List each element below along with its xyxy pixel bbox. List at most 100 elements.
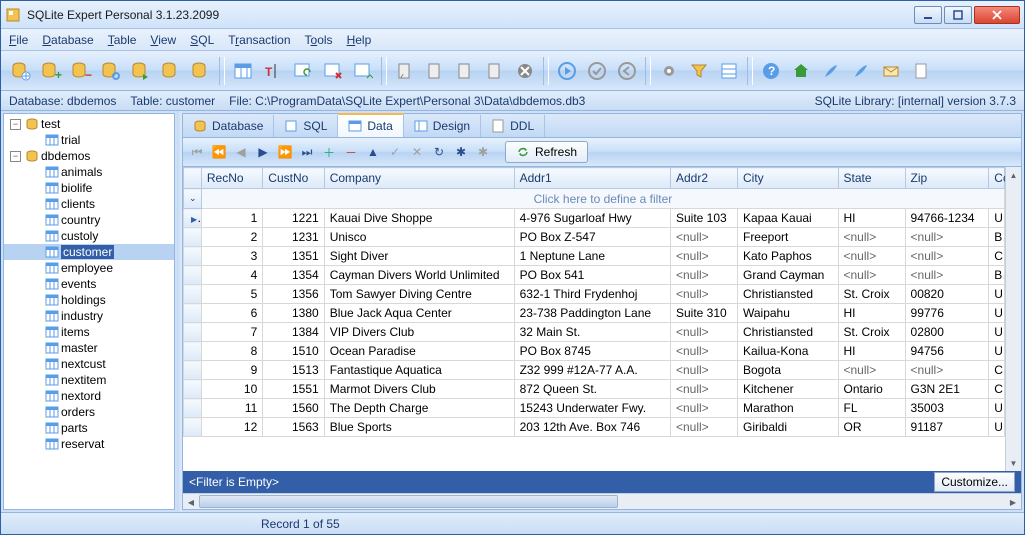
tree-table-employee[interactable]: employee xyxy=(4,260,174,276)
menu-tools[interactable]: Tools xyxy=(305,33,333,47)
tool-script-2-icon[interactable] xyxy=(421,57,449,85)
tool-db-add-icon[interactable]: + xyxy=(37,57,65,85)
col-zip[interactable]: Zip xyxy=(905,168,989,189)
tree-table-animals[interactable]: animals xyxy=(4,164,174,180)
col-state[interactable]: State xyxy=(838,168,905,189)
tab-database[interactable]: Database xyxy=(183,115,274,137)
nav-next-icon[interactable]: ▶ xyxy=(253,142,273,162)
tool-feather-1-icon[interactable] xyxy=(817,57,845,85)
nav-insert-icon[interactable]: ＋ xyxy=(319,142,339,162)
tool-db-arrow-icon[interactable] xyxy=(127,57,155,85)
tree-table-custoly[interactable]: custoly xyxy=(4,228,174,244)
tree-table-trial[interactable]: trial xyxy=(4,132,174,148)
table-row[interactable]: 101551 Marmot Divers Club872 Queen St.<n… xyxy=(184,380,1005,399)
tool-rename-icon[interactable]: T xyxy=(259,57,287,85)
tool-feather-2-icon[interactable] xyxy=(847,57,875,85)
col-addr2[interactable]: Addr2 xyxy=(670,168,737,189)
nav-refresh-icon[interactable]: ↻ xyxy=(429,142,449,162)
table-row[interactable]: 51356 Tom Sawyer Diving Centre632-1 Thir… xyxy=(184,285,1005,304)
tree-db-dbdemos[interactable]: −dbdemos xyxy=(4,148,174,164)
filter-icon-cell[interactable]: ⌄ xyxy=(184,189,202,209)
horizontal-scrollbar[interactable]: ◀▶ xyxy=(183,493,1021,509)
menu-transaction[interactable]: Transaction xyxy=(228,33,290,47)
menu-help[interactable]: Help xyxy=(347,33,372,47)
menu-sql[interactable]: SQL xyxy=(190,33,214,47)
tool-db-link-icon[interactable] xyxy=(187,57,215,85)
table-row[interactable]: 91513 Fantastique AquaticaZ32 999 #12A-7… xyxy=(184,361,1005,380)
tool-table-icon[interactable] xyxy=(229,57,257,85)
table-row[interactable]: 61380 Blue Jack Aqua Center23-738 Paddin… xyxy=(184,304,1005,323)
tab-data[interactable]: Data xyxy=(338,113,403,137)
tree-table-industry[interactable]: industry xyxy=(4,308,174,324)
tool-script-3-icon[interactable] xyxy=(451,57,479,85)
tool-db-refresh-icon[interactable] xyxy=(157,57,185,85)
col-recno[interactable]: RecNo xyxy=(201,168,262,189)
table-row[interactable]: 11221 Kauai Dive Shoppe4-976 Sugarloaf H… xyxy=(184,209,1005,228)
tree-table-nextcust[interactable]: nextcust xyxy=(4,356,174,372)
tool-script-1-icon[interactable] xyxy=(391,57,419,85)
menu-view[interactable]: View xyxy=(150,33,176,47)
tree-table-biolife[interactable]: biolife xyxy=(4,180,174,196)
data-grid[interactable]: RecNo CustNo Company Addr1 Addr2 City St… xyxy=(183,167,1005,437)
tree-table-nextitem[interactable]: nextitem xyxy=(4,372,174,388)
tab-design[interactable]: Design xyxy=(404,115,481,137)
nav-edit-icon[interactable]: ▲ xyxy=(363,142,383,162)
col-city[interactable]: City xyxy=(737,168,838,189)
tree-table-orders[interactable]: orders xyxy=(4,404,174,420)
menu-database[interactable]: Database xyxy=(42,33,93,47)
nav-post-icon[interactable]: ✓ xyxy=(385,142,405,162)
close-button[interactable] xyxy=(974,6,1020,24)
tree-table-items[interactable]: items xyxy=(4,324,174,340)
tree-table-customer[interactable]: customer xyxy=(4,244,174,260)
col-custno[interactable]: CustNo xyxy=(263,168,324,189)
table-row[interactable]: 31351 Sight Diver1 Neptune Lane<null> Ka… xyxy=(184,247,1005,266)
col-company[interactable]: Company xyxy=(324,168,514,189)
nav-cancel-icon[interactable]: ✕ xyxy=(407,142,427,162)
tool-check-icon[interactable] xyxy=(583,57,611,85)
maximize-button[interactable] xyxy=(944,6,972,24)
tool-help-icon[interactable]: ? xyxy=(757,57,785,85)
menu-table[interactable]: Table xyxy=(108,33,137,47)
tool-mail-icon[interactable] xyxy=(877,57,905,85)
tool-play-icon[interactable] xyxy=(553,57,581,85)
tab-sql[interactable]: SQL xyxy=(274,115,338,137)
tool-db-remove-icon[interactable]: − xyxy=(67,57,95,85)
tool-table-refresh-icon[interactable] xyxy=(289,57,317,85)
tool-db-gear-icon[interactable] xyxy=(97,57,125,85)
menu-file[interactable]: File xyxy=(9,33,28,47)
col-addr1[interactable]: Addr1 xyxy=(514,168,670,189)
col-country[interactable]: Country xyxy=(989,168,1005,189)
nav-prev-icon[interactable]: ◀ xyxy=(231,142,251,162)
tree-table-clients[interactable]: clients xyxy=(4,196,174,212)
nav-last-icon[interactable]: ⏭ xyxy=(297,142,317,162)
customize-filter-button[interactable]: Customize... xyxy=(934,472,1015,492)
tool-filter-icon[interactable] xyxy=(685,57,713,85)
tool-script-4-icon[interactable] xyxy=(481,57,509,85)
nav-bookmark-icon[interactable]: ✱ xyxy=(451,142,471,162)
tool-gear-icon[interactable] xyxy=(655,57,683,85)
minimize-button[interactable] xyxy=(914,6,942,24)
tool-home-icon[interactable] xyxy=(787,57,815,85)
tree-table-reservat[interactable]: reservat xyxy=(4,436,174,452)
table-row[interactable]: 121563 Blue Sports203 12th Ave. Box 746<… xyxy=(184,418,1005,437)
tree-table-nextord[interactable]: nextord xyxy=(4,388,174,404)
tree-table-parts[interactable]: parts xyxy=(4,420,174,436)
nav-goto-icon[interactable]: ✱ xyxy=(473,142,493,162)
nav-delete-icon[interactable]: － xyxy=(341,142,361,162)
tab-ddl[interactable]: DDL xyxy=(481,115,545,137)
tool-table-delete-icon[interactable] xyxy=(319,57,347,85)
table-row[interactable]: 81510 Ocean ParadisePO Box 8745<null> Ka… xyxy=(184,342,1005,361)
tool-back-icon[interactable] xyxy=(613,57,641,85)
vertical-scrollbar[interactable]: ▲▼ xyxy=(1005,167,1021,471)
nav-prevpage-icon[interactable]: ⏪ xyxy=(209,142,229,162)
tree-table-master[interactable]: master xyxy=(4,340,174,356)
table-row[interactable]: 41354 Cayman Divers World UnlimitedPO Bo… xyxy=(184,266,1005,285)
tree-table-country[interactable]: country xyxy=(4,212,174,228)
tool-script-cancel-icon[interactable] xyxy=(511,57,539,85)
tool-grid-icon[interactable] xyxy=(715,57,743,85)
table-row[interactable]: 111560 The Depth Charge15243 Underwater … xyxy=(184,399,1005,418)
nav-first-icon[interactable]: ⏮ xyxy=(187,142,207,162)
tree-table-holdings[interactable]: holdings xyxy=(4,292,174,308)
database-tree[interactable]: −testtrial−dbdemosanimalsbiolifeclientsc… xyxy=(3,113,175,510)
tool-doc-icon[interactable] xyxy=(907,57,935,85)
